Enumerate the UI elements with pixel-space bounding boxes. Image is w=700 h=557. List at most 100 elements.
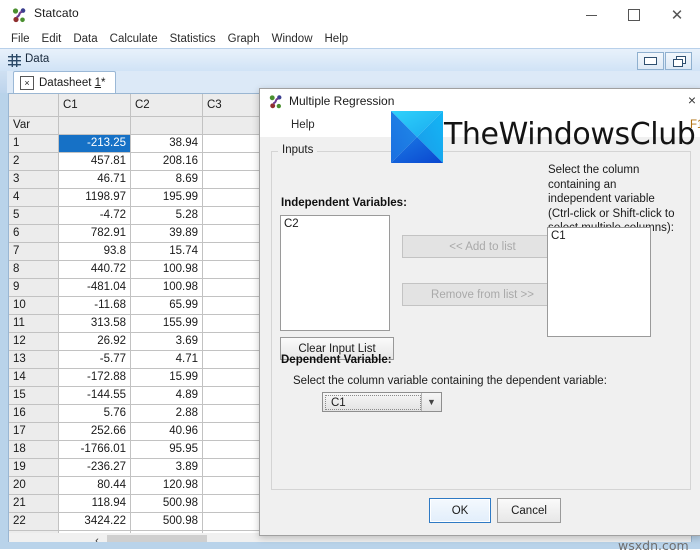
row-header[interactable]: 4 [9, 189, 59, 207]
grid-cell[interactable]: 5.28 [131, 207, 203, 225]
maximize-button[interactable] [611, 0, 657, 30]
close-datasheet-icon[interactable]: × [20, 76, 34, 90]
data-window-title: Data [25, 53, 50, 65]
ok-button[interactable]: OK [429, 498, 491, 523]
column-header-c2[interactable]: C2 [131, 94, 203, 117]
variable-name-cell[interactable] [59, 117, 131, 135]
grid-cell[interactable]: 118.94 [59, 495, 131, 513]
row-header[interactable]: 7 [9, 243, 59, 261]
list-item[interactable]: C2 [284, 218, 386, 230]
grid-cell[interactable]: 100.98 [131, 279, 203, 297]
menu-help[interactable]: Help [319, 30, 355, 48]
cancel-button[interactable]: Cancel [497, 498, 561, 523]
row-header[interactable]: 21 [9, 495, 59, 513]
grid-cell[interactable]: 100.98 [131, 261, 203, 279]
menu-statistics[interactable]: Statistics [164, 30, 222, 48]
row-header[interactable]: 8 [9, 261, 59, 279]
grid-cell[interactable]: 2.88 [131, 405, 203, 423]
grid-cell[interactable]: 46.71 [59, 171, 131, 189]
grid-cell[interactable]: 3.89 [131, 459, 203, 477]
grid-cell[interactable]: 782.91 [59, 225, 131, 243]
grid-cell[interactable]: -1766.01 [59, 441, 131, 459]
variable-name-cell[interactable] [131, 117, 203, 135]
cascade-data-window-button[interactable] [665, 52, 692, 70]
grid-cell[interactable]: -5.77 [59, 351, 131, 369]
tab-datasheet-1[interactable]: × Datasheet 1* [13, 71, 116, 94]
close-button[interactable]: ✕ [654, 0, 700, 30]
grid-cell[interactable]: 40.96 [131, 423, 203, 441]
row-header[interactable]: 14 [9, 369, 59, 387]
add-to-list-button[interactable]: << Add to list [402, 235, 563, 258]
grid-cell[interactable]: 93.8 [59, 243, 131, 261]
row-header[interactable]: 17 [9, 423, 59, 441]
minimize-button[interactable] [568, 0, 614, 30]
column-header-c1[interactable]: C1 [59, 94, 131, 117]
row-header[interactable]: 1 [9, 135, 59, 153]
row-header[interactable]: 13 [9, 351, 59, 369]
grid-cell[interactable]: 15.99 [131, 369, 203, 387]
menu-graph[interactable]: Graph [222, 30, 266, 48]
row-header[interactable]: 19 [9, 459, 59, 477]
dialog-close-icon[interactable]: × [684, 92, 700, 108]
grid-cell[interactable]: 120.98 [131, 477, 203, 495]
row-header[interactable]: 11 [9, 315, 59, 333]
row-header[interactable]: 9 [9, 279, 59, 297]
row-header[interactable]: 5 [9, 207, 59, 225]
list-item[interactable]: C1 [551, 230, 647, 242]
row-header[interactable]: 12 [9, 333, 59, 351]
row-header[interactable]: 3 [9, 171, 59, 189]
grid-cell[interactable]: 155.99 [131, 315, 203, 333]
grid-cell[interactable]: -172.88 [59, 369, 131, 387]
grid-cell[interactable]: 65.99 [131, 297, 203, 315]
row-header[interactable]: 16 [9, 405, 59, 423]
row-header[interactable]: 18 [9, 441, 59, 459]
grid-cell[interactable]: 457.81 [59, 153, 131, 171]
chevron-down-icon[interactable]: ▼ [421, 393, 441, 411]
grid-cell[interactable]: 252.66 [59, 423, 131, 441]
grid-cell[interactable]: 440.72 [59, 261, 131, 279]
grid-cell[interactable]: 500.98 [131, 513, 203, 531]
independent-variables-list[interactable]: C2 [280, 215, 390, 331]
grid-cell[interactable]: -481.04 [59, 279, 131, 297]
row-header[interactable]: 20 [9, 477, 59, 495]
grid-cell[interactable]: 500.98 [131, 495, 203, 513]
grid-cell[interactable]: 80.44 [59, 477, 131, 495]
restore-data-window-button[interactable] [637, 52, 664, 70]
grid-cell[interactable]: 313.58 [59, 315, 131, 333]
dialog-menu-help[interactable]: Help [291, 119, 315, 131]
menu-file[interactable]: File [5, 30, 36, 48]
grid-cell[interactable]: 1198.97 [59, 189, 131, 207]
row-header[interactable]: 10 [9, 297, 59, 315]
grid-cell[interactable]: -144.55 [59, 387, 131, 405]
grid-cell[interactable]: 195.99 [131, 189, 203, 207]
grid-cell[interactable]: -4.72 [59, 207, 131, 225]
grid-cell[interactable]: 26.92 [59, 333, 131, 351]
grid-cell[interactable]: 95.95 [131, 441, 203, 459]
dependent-variable-select[interactable]: C1 ▼ [322, 392, 442, 412]
menu-edit[interactable]: Edit [36, 30, 68, 48]
grid-cell[interactable]: 5.76 [59, 405, 131, 423]
row-header[interactable]: 6 [9, 225, 59, 243]
grid-cell[interactable]: -236.27 [59, 459, 131, 477]
grid-cell[interactable]: 8.69 [131, 171, 203, 189]
grid-cell[interactable]: -11.68 [59, 297, 131, 315]
menu-data[interactable]: Data [67, 30, 103, 48]
grid-cell[interactable]: 4.71 [131, 351, 203, 369]
grid-cell[interactable]: 15.74 [131, 243, 203, 261]
grid-cell[interactable]: 39.89 [131, 225, 203, 243]
grid-cell[interactable]: 3424.22 [59, 513, 131, 531]
available-columns-list[interactable]: C1 [547, 227, 651, 337]
row-header[interactable]: 15 [9, 387, 59, 405]
grid-cell[interactable]: 208.16 [131, 153, 203, 171]
grid-cell[interactable]: 3.69 [131, 333, 203, 351]
menu-window[interactable]: Window [266, 30, 319, 48]
row-header[interactable]: 22 [9, 513, 59, 531]
grid-cell[interactable]: 4.89 [131, 387, 203, 405]
row-header[interactable]: 2 [9, 153, 59, 171]
multiple-regression-dialog: Multiple Regression × Help F1 Inputs Ind… [259, 88, 700, 536]
grid-cell[interactable]: 38.94 [131, 135, 203, 153]
remove-from-list-button[interactable]: Remove from list >> [402, 283, 563, 306]
grid-cell[interactable]: -213.25 [59, 135, 131, 153]
grid-corner-cell[interactable] [9, 94, 59, 117]
menu-calculate[interactable]: Calculate [104, 30, 164, 48]
